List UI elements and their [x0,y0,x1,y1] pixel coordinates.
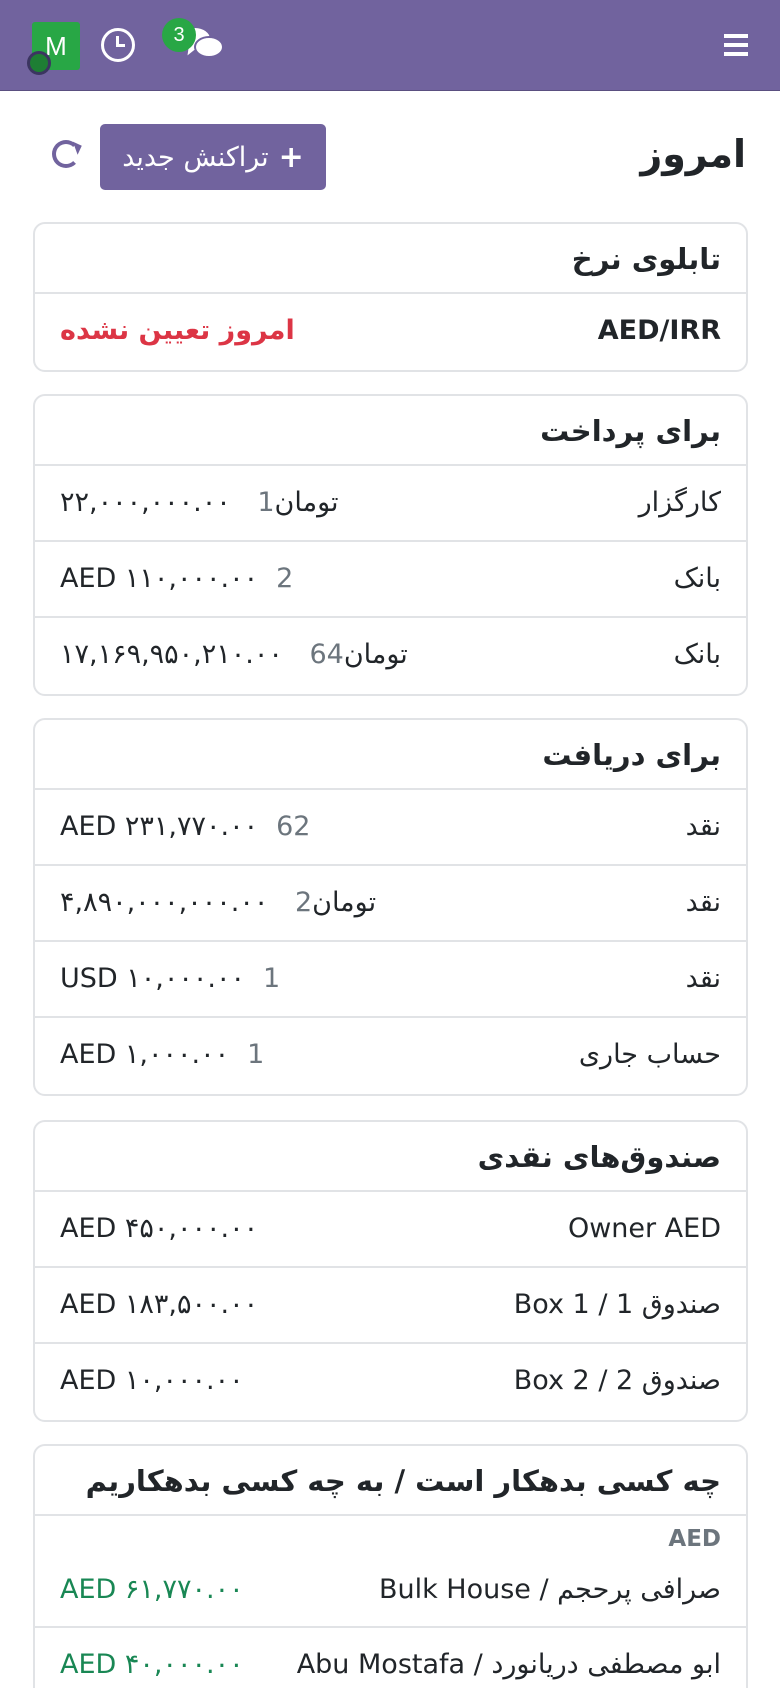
item-label: صرافی پرحجم / Bulk House [378,1574,721,1605]
item-label: بانک [673,639,721,670]
item-amount: ۲۲,۰۰۰,۰۰۰.۰۰ تومان [60,487,339,518]
item-count: 64 [309,639,344,670]
list-item[interactable]: نقد ۴,۸۹۰,۰۰۰,۰۰۰.۰۰ تومان2 [35,866,746,942]
item-amount: AED ۱۱۰,۰۰۰.۰۰ [60,563,259,594]
list-item[interactable]: بانک ۱۷,۱۶۹,۹۵۰,۲۱۰.۰۰ تومان64 [35,618,746,694]
currency-group-label: AED [668,1526,721,1552]
item-label: کارگزار [638,487,721,518]
card-title: تابلوی نرخ [35,224,746,294]
list-item[interactable]: نقد USD ۱۰,۰۰۰.۰۰ 1 [35,942,746,1018]
item-amount: AED ۱۸۳,۵۰۰.۰۰ [60,1289,259,1320]
item-amount: AED ۱,۰۰۰.۰۰ [60,1039,230,1070]
list-item[interactable]: ابو مصطفی دریانورد / Abu Mostafa AED ۴۰,… [35,1628,746,1688]
list-item[interactable]: حساب جاری AED ۱,۰۰۰.۰۰ 1 [35,1018,746,1094]
new-transaction-button[interactable]: تراکنش جدید + [100,124,326,190]
item-amount: USD ۱۰,۰۰۰.۰۰ [60,963,245,994]
item-amount: AED ۴۵۰,۰۰۰.۰۰ [60,1213,259,1244]
item-label: ابو مصطفی دریانورد / Abu Mostafa [296,1649,721,1680]
list-item[interactable]: Owner AED AED ۴۵۰,۰۰۰.۰۰ [35,1192,746,1268]
item-amount: AED ۴۰,۰۰۰.۰۰ [60,1649,244,1680]
item-label: بانک [673,563,721,594]
item-amount: AED ۲۳۱,۷۷۰.۰۰ [60,811,259,842]
item-count: 1 [247,1039,265,1070]
item-label: نقد [685,963,721,994]
currency-pair: AED/IRR [597,315,721,346]
chat-count-badge: 3 [162,18,196,52]
item-label: نقد [685,811,721,842]
rate-row[interactable]: AED/IRR امروز تعیین نشده [35,294,746,370]
item-count: 1 [257,487,275,518]
list-item[interactable]: بانک AED ۱۱۰,۰۰۰.۰۰ 2 [35,542,746,618]
list-item[interactable]: کارگزار ۲۲,۰۰۰,۰۰۰.۰۰ تومان1 [35,466,746,542]
card-title: برای پرداخت [35,396,746,466]
list-item[interactable]: صرافی پرحجم / Bulk House AED ۶۱,۷۷۰.۰۰ [35,1556,746,1628]
plus-icon: + [278,139,304,175]
clock-icon[interactable] [101,28,135,62]
card-title: برای دریافت [35,720,746,790]
item-amount: ۴,۸۹۰,۰۰۰,۰۰۰.۰۰ تومان [60,887,377,918]
item-amount: AED ۶۱,۷۷۰.۰۰ [60,1574,244,1605]
item-label: Owner AED [567,1213,721,1244]
card-title: چه کسی بدهکار است / به چه کسی بدهکاریم [35,1446,746,1516]
item-count: 2 [294,887,313,918]
debts-card: چه کسی بدهکار است / به چه کسی بدهکاریم A… [33,1444,748,1688]
rate-status: امروز تعیین نشده [60,315,295,346]
top-navbar: M 3 [0,0,780,91]
item-label: حساب جاری [578,1039,721,1070]
item-label: صندوق Box 2 / 2 [513,1365,721,1396]
list-item[interactable]: صندوق Box 2 / 2 AED ۱۰,۰۰۰.۰۰ [35,1344,746,1420]
rate-board-card: تابلوی نرخ AED/IRR امروز تعیین نشده [33,222,748,372]
online-status-icon [27,51,51,75]
item-count: 1 [262,963,281,994]
item-amount: ۱۷,۱۶۹,۹۵۰,۲۱۰.۰۰ تومان [60,639,408,670]
new-transaction-label: تراکنش جدید [122,141,269,173]
payables-card: برای پرداخت کارگزار ۲۲,۰۰۰,۰۰۰.۰۰ تومان1… [33,394,748,696]
item-count: 2 [276,563,294,594]
item-count: 62 [276,811,311,842]
cashboxes-card: صندوق‌های نقدی Owner AED AED ۴۵۰,۰۰۰.۰۰ … [33,1120,748,1422]
menu-icon[interactable] [724,34,748,56]
refresh-icon[interactable] [52,140,80,168]
item-label: صندوق Box 1 / 1 [513,1289,721,1320]
card-title: صندوق‌های نقدی [35,1122,746,1192]
list-item[interactable]: صندوق Box 1 / 1 AED ۱۸۳,۵۰۰.۰۰ [35,1268,746,1344]
receivables-card: برای دریافت نقد AED ۲۳۱,۷۷۰.۰۰ 62 نقد ۴,۸… [33,718,748,1096]
item-amount: AED ۱۰,۰۰۰.۰۰ [60,1365,244,1396]
item-label: نقد [685,887,721,918]
page-title: امروز [640,132,746,176]
list-item[interactable]: نقد AED ۲۳۱,۷۷۰.۰۰ 62 [35,790,746,866]
